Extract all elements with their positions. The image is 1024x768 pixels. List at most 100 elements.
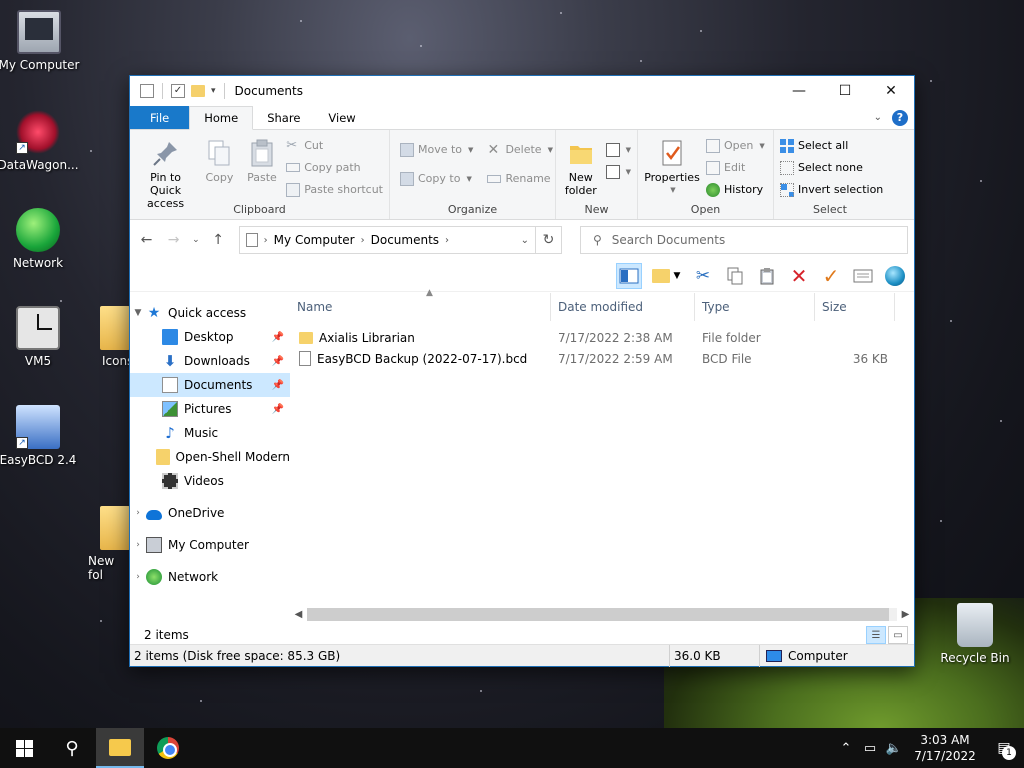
email-toolbar-button[interactable] bbox=[850, 263, 876, 289]
chevron-up-icon[interactable]: ⌃ bbox=[834, 741, 858, 756]
address-dropdown-icon[interactable]: ⌄ bbox=[521, 235, 529, 246]
breadcrumb-my-computer[interactable]: My Computer bbox=[274, 233, 355, 247]
invert-selection-button[interactable]: Invert selection bbox=[780, 180, 883, 199]
large-icons-view-button[interactable]: ▭ bbox=[888, 626, 908, 644]
copy-button[interactable]: Copy bbox=[201, 134, 238, 201]
minimize-button[interactable]: — bbox=[776, 76, 822, 106]
chevron-right-icon[interactable]: › bbox=[130, 508, 146, 518]
clock[interactable]: 3:03 AM 7/17/2022 bbox=[906, 732, 984, 764]
move-to-button[interactable]: Move to ▼ bbox=[400, 140, 473, 159]
up-button[interactable]: ↑ bbox=[208, 232, 229, 248]
volume-icon[interactable]: 🔈 bbox=[882, 741, 906, 756]
group-new: New folder ▼ ▼ New bbox=[556, 130, 638, 219]
nav-item-documents[interactable]: Documents 📌 bbox=[130, 373, 290, 397]
qat-dropdown-icon[interactable]: ▾ bbox=[211, 86, 216, 96]
new-folder-icon[interactable] bbox=[191, 85, 205, 97]
select-all-button[interactable]: Select all bbox=[780, 136, 883, 155]
tab-file[interactable]: File bbox=[130, 106, 190, 129]
chevron-right-icon[interactable]: › bbox=[445, 235, 449, 246]
nav-item-my-computer[interactable]: › My Computer bbox=[130, 533, 290, 557]
file-explorer-taskbar-button[interactable] bbox=[96, 728, 144, 768]
tab-home[interactable]: Home bbox=[189, 106, 254, 130]
nav-item-network[interactable]: › Network bbox=[130, 565, 290, 589]
new-item-button[interactable]: ▼ bbox=[605, 140, 631, 159]
maximize-button[interactable]: ☐ bbox=[822, 76, 868, 106]
copy-toolbar-button[interactable] bbox=[722, 263, 748, 289]
notification-center-button[interactable]: ▤ 1 bbox=[984, 740, 1024, 760]
nav-item-open-shell-modern[interactable]: Open-Shell Modern bbox=[130, 445, 290, 469]
delete-toolbar-button[interactable]: ✕ bbox=[786, 263, 812, 289]
forward-button[interactable]: → bbox=[163, 232, 184, 248]
desktop-icon-my-computer[interactable]: My Computer bbox=[0, 10, 81, 72]
select-none-button[interactable]: Select none bbox=[780, 158, 883, 177]
help-icon[interactable]: ? bbox=[892, 109, 908, 126]
edit-button[interactable]: Edit bbox=[706, 158, 765, 177]
nav-item-desktop[interactable]: Desktop 📌 bbox=[130, 325, 290, 349]
easy-access-button[interactable]: ▼ bbox=[605, 162, 631, 181]
column-header-date[interactable]: Date modified bbox=[551, 292, 695, 321]
clipboard-small-buttons: ✂ Cut Copy path Paste shortcut bbox=[286, 134, 383, 201]
tab-view[interactable]: View bbox=[314, 106, 369, 129]
scroll-left-icon[interactable]: ◀ bbox=[290, 609, 307, 620]
file-row[interactable]: EasyBCD Backup (2022-07-17).bcd 7/17/202… bbox=[290, 348, 914, 369]
paste-toolbar-button[interactable] bbox=[754, 263, 780, 289]
copy-to-button[interactable]: Copy to ▼ bbox=[400, 169, 473, 188]
horizontal-scrollbar[interactable]: ◀ ▶ bbox=[290, 606, 914, 623]
desktop-icon-vm5[interactable]: VM5 bbox=[0, 306, 80, 368]
refresh-button[interactable]: ↻ bbox=[535, 226, 562, 254]
chevron-right-icon[interactable]: › bbox=[361, 235, 365, 246]
scroll-track[interactable] bbox=[307, 608, 897, 621]
chrome-taskbar-button[interactable] bbox=[144, 728, 192, 768]
cut-button[interactable]: ✂ Cut bbox=[286, 136, 383, 155]
pin-to-quick-access-button[interactable]: Pin to Quick access bbox=[136, 134, 195, 210]
paste-button[interactable]: Paste bbox=[244, 134, 281, 201]
desktop-icon-easybcd[interactable]: ↗ EasyBCD 2.4 bbox=[0, 405, 80, 467]
desktop-icon-recycle-bin[interactable]: Recycle Bin bbox=[933, 603, 1017, 665]
nav-item-quick-access[interactable]: ▼ ★ Quick access bbox=[130, 301, 290, 325]
column-header-name[interactable]: Name bbox=[290, 292, 551, 321]
column-header-type[interactable]: Type bbox=[695, 292, 815, 321]
cut-toolbar-button[interactable]: ✂ bbox=[690, 263, 716, 289]
nav-item-onedrive[interactable]: › OneDrive bbox=[130, 501, 290, 525]
back-button[interactable]: ← bbox=[136, 232, 157, 248]
title-bar[interactable]: ✓ ▾ Documents — ☐ ✕ bbox=[130, 76, 914, 106]
folder-options-button[interactable]: ▼ bbox=[648, 263, 684, 289]
history-button[interactable]: History bbox=[706, 180, 765, 199]
paste-shortcut-button[interactable]: Paste shortcut bbox=[286, 180, 383, 199]
search-taskbar-button[interactable]: ⚲ bbox=[48, 728, 96, 768]
tab-share[interactable]: Share bbox=[253, 106, 314, 129]
desktop-icon-datawagon[interactable]: ↗ DataWagon... bbox=[0, 110, 80, 172]
column-header-size[interactable]: Size bbox=[815, 292, 895, 321]
chevron-right-icon[interactable]: › bbox=[130, 540, 146, 550]
copy-path-button[interactable]: Copy path bbox=[286, 158, 383, 177]
address-bar[interactable]: › My Computer › Documents › ⌄ bbox=[238, 226, 537, 254]
recent-locations-button[interactable]: ⌄ bbox=[190, 235, 201, 245]
start-button[interactable] bbox=[0, 728, 48, 768]
collapse-ribbon-icon[interactable]: ⌄ bbox=[874, 112, 882, 123]
properties-toolbar-button[interactable]: ✓ bbox=[818, 263, 844, 289]
breadcrumb-documents[interactable]: Documents bbox=[371, 233, 439, 247]
nav-item-music[interactable]: ♪ Music bbox=[130, 421, 290, 445]
open-shell-settings-button[interactable] bbox=[882, 263, 908, 289]
open-button[interactable]: Open ▼ bbox=[706, 136, 765, 155]
desktop-icon-network[interactable]: Network bbox=[0, 208, 80, 270]
delete-button[interactable]: ✕ Delete ▼ bbox=[487, 140, 553, 159]
details-view-button[interactable]: ☰ bbox=[866, 626, 886, 644]
properties-check-icon[interactable]: ✓ bbox=[171, 84, 185, 98]
chevron-down-icon[interactable]: ▼ bbox=[130, 308, 146, 318]
chevron-right-icon[interactable]: › bbox=[130, 572, 146, 582]
properties-button[interactable]: Properties ▼ bbox=[644, 134, 700, 201]
rename-button[interactable]: Rename bbox=[487, 169, 553, 188]
close-button[interactable]: ✕ bbox=[868, 76, 914, 106]
scroll-right-icon[interactable]: ▶ bbox=[897, 609, 914, 620]
preview-pane-button[interactable] bbox=[616, 262, 642, 289]
nav-item-downloads[interactable]: ⬇ Downloads 📌 bbox=[130, 349, 290, 373]
scroll-thumb[interactable] bbox=[307, 608, 889, 621]
nav-item-videos[interactable]: Videos bbox=[130, 469, 290, 493]
nav-item-pictures[interactable]: Pictures 📌 bbox=[130, 397, 290, 421]
network-tray-icon[interactable]: ▭ bbox=[858, 741, 882, 756]
new-folder-button[interactable]: New folder bbox=[562, 134, 600, 201]
desktop-icon-new-folder[interactable]: New fol bbox=[84, 506, 129, 582]
file-row[interactable]: Axialis Librarian 7/17/2022 2:38 AM File… bbox=[290, 327, 914, 348]
search-input[interactable]: ⚲ Search Documents bbox=[579, 226, 908, 254]
